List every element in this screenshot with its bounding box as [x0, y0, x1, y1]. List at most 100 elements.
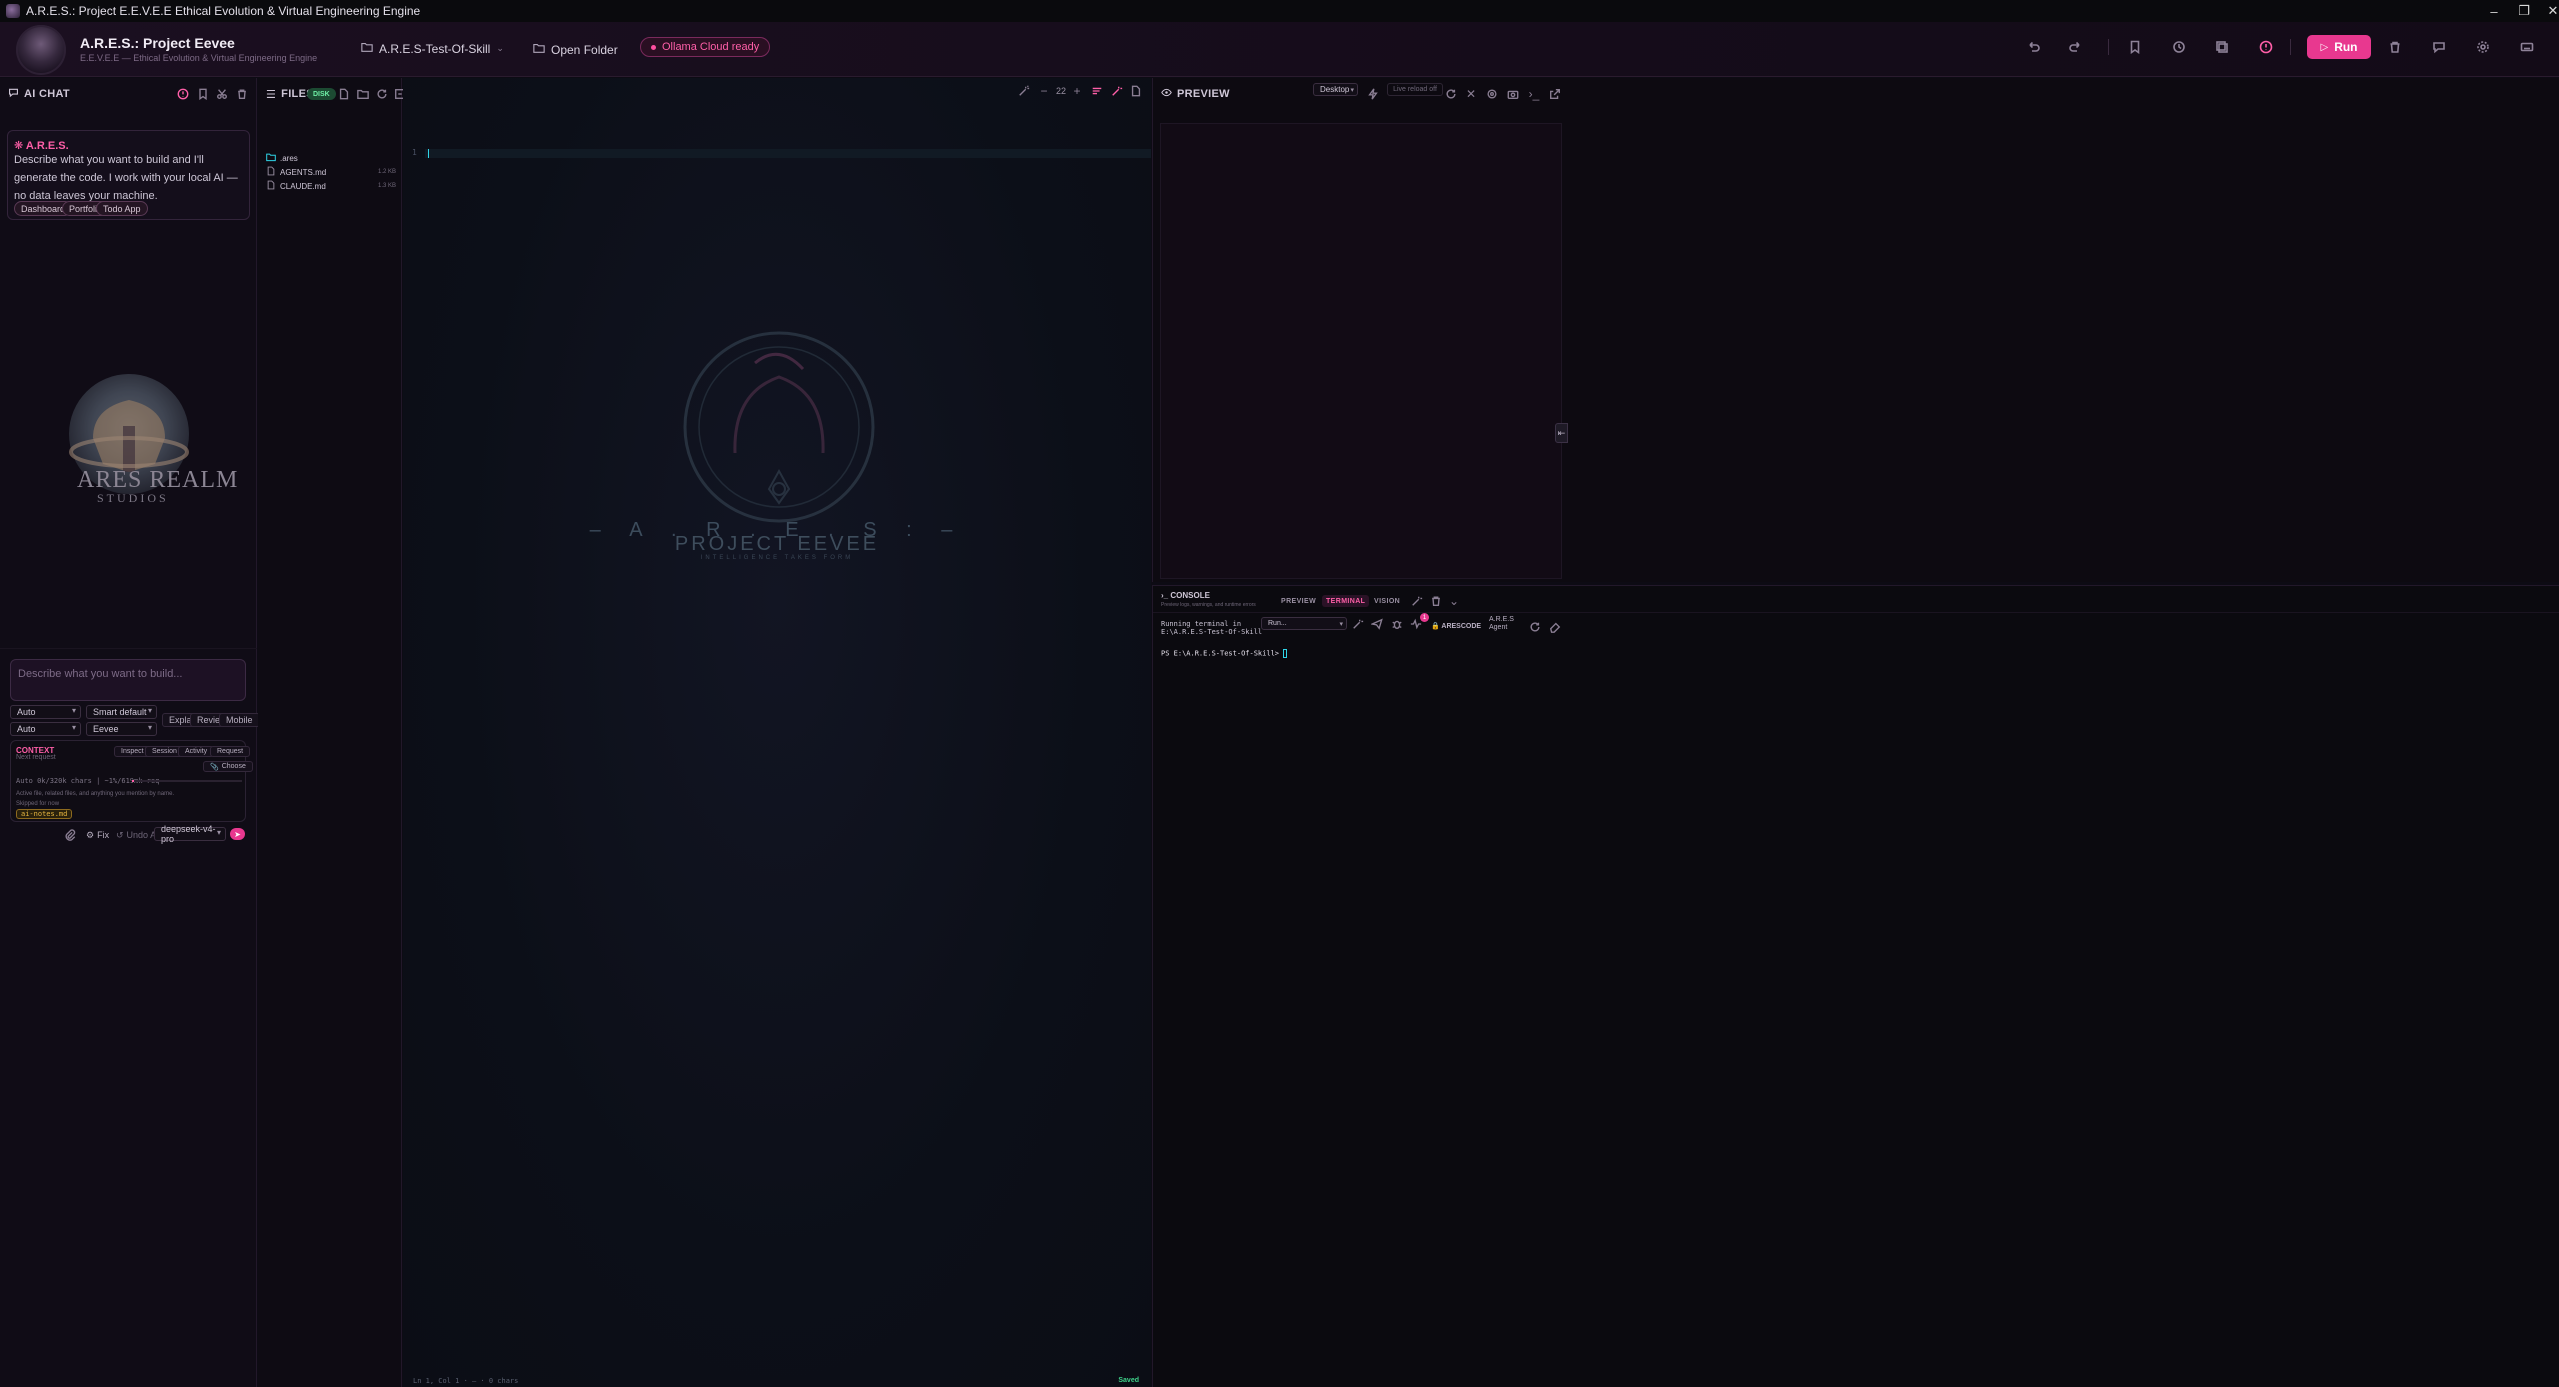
mode-select-1[interactable]: Auto ▾ [10, 705, 81, 719]
line-gutter [403, 104, 425, 1374]
preview-viewport[interactable] [1160, 123, 1562, 579]
file-tree-item[interactable]: CLAUDE.md 1.3 KB [266, 179, 396, 193]
external-link-icon[interactable] [1547, 86, 1563, 102]
wrench-icon: ⚙ [86, 829, 95, 840]
zoom-in-icon[interactable]: + [1069, 83, 1085, 99]
bookmark-icon[interactable] [2125, 37, 2145, 57]
current-line-highlight [425, 149, 1151, 158]
undo-icon: ↺ [116, 829, 124, 840]
arescode-button[interactable]: 🔒 ARESCODE [1431, 622, 1481, 630]
status-dot-icon [651, 44, 656, 50]
chat-bubble-icon[interactable] [2429, 37, 2449, 57]
folder-open-icon [533, 42, 545, 57]
watermark-tagline: INTELLIGENCE TAKES FORM [700, 555, 854, 561]
run-command-select[interactable]: Run... ▾ [1261, 617, 1347, 630]
arescode-label: ARESCODE [1441, 623, 1482, 630]
send-button[interactable]: ➤ [230, 828, 245, 840]
app-header: A.R.E.S.: Project Eevee E.E.V.E.E — Ethi… [0, 22, 2559, 77]
file-tree-item[interactable]: .ares [266, 151, 396, 165]
terminal-prompt[interactable]: PS E:\A.R.E.S-Test-Of-Skill> [1161, 649, 1288, 658]
terminal-running-info: Running terminal in E:\A.R.E.S-Test-Of-S… [1161, 620, 1262, 636]
close-icon[interactable]: ✕ [2530, 0, 2559, 22]
ares-agent-button[interactable]: A.R.E.S Agent [1489, 616, 1514, 632]
refresh-icon[interactable] [1443, 86, 1459, 102]
composer-divider [0, 648, 257, 649]
attach-icon[interactable] [62, 827, 78, 843]
run-button[interactable]: ▷ Run [2307, 35, 2371, 59]
chevron-down-icon[interactable]: ⌄ [1446, 593, 1462, 609]
folder-icon [361, 41, 373, 56]
context-tab-activity[interactable]: Activity [178, 746, 215, 757]
scissors-icon[interactable] [214, 86, 230, 102]
magic-wand-icon[interactable] [1016, 83, 1032, 99]
keyboard-icon[interactable] [2517, 37, 2537, 57]
undo-icon[interactable] [2023, 37, 2043, 57]
code-editor[interactable]: − 22 + 1 – A . R . E . S : – PROJECT EEV… [403, 78, 1151, 1387]
camera-icon[interactable] [1505, 86, 1521, 102]
ollama-status-badge[interactable]: Ollama Cloud ready [640, 37, 771, 57]
wrap-icon[interactable] [1089, 83, 1105, 99]
workspace-selector[interactable]: A.R.E.S-Test-Of-Skill ⌄ [361, 41, 504, 56]
brand-logo [16, 25, 66, 75]
close-icon[interactable]: ✕ [1463, 86, 1479, 102]
panel-toggle-icon[interactable]: ⇤ [1555, 423, 1568, 443]
bug-icon[interactable] [1389, 616, 1405, 632]
format-icon[interactable] [1109, 83, 1125, 99]
alert-icon[interactable] [175, 86, 191, 102]
new-file-icon[interactable] [336, 86, 352, 102]
redo-icon[interactable] [2066, 37, 2086, 57]
context-description: Active file, related files, and anything… [16, 791, 175, 797]
context-file-chip[interactable]: ai-notes.md [16, 809, 73, 819]
fix-label: Fix [97, 830, 110, 840]
terminal-icon[interactable]: ›_ [1526, 86, 1542, 102]
save-status: Saved [1118, 1377, 1139, 1384]
mode-select-3-value: Auto [17, 724, 36, 734]
toolbar-divider [2290, 39, 2291, 55]
brand-title: A.R.E.S.: Project Eevee [80, 35, 235, 51]
alert-icon[interactable] [2256, 37, 2276, 57]
project-eevee-watermark [683, 331, 875, 523]
eraser-icon[interactable] [1547, 619, 1563, 635]
history-icon[interactable] [2169, 37, 2189, 57]
open-folder-button[interactable]: Open Folder [533, 42, 618, 57]
tab-terminal[interactable]: TERMINAL [1322, 595, 1370, 607]
model-select[interactable]: deepseek-v4-pro ▾ [154, 824, 226, 844]
toolbar-divider [2108, 39, 2109, 55]
layers-icon[interactable] [2212, 37, 2232, 57]
context-card: CONTEXT Next request Inspect Session Act… [10, 740, 253, 822]
refresh-icon[interactable] [1527, 619, 1543, 635]
bookmark-icon[interactable] [195, 86, 211, 102]
trash-icon[interactable] [2385, 37, 2405, 57]
mode-select-3[interactable]: Auto ▾ [10, 722, 81, 736]
document-icon[interactable] [1128, 83, 1144, 99]
line-number: 1 [412, 148, 417, 157]
gear-icon[interactable] [2473, 37, 2493, 57]
prompt-input[interactable]: Describe what you want to build... [10, 659, 246, 701]
send-icon[interactable] [1369, 616, 1385, 632]
suggestion-todo-app[interactable]: Todo App [96, 201, 148, 216]
lightning-icon[interactable] [1365, 86, 1381, 102]
file-tree-item[interactable]: AGENTS.md 1.2 KB [266, 165, 396, 179]
device-select[interactable]: Desktop ▾ [1313, 83, 1358, 96]
mobile-button[interactable]: Mobile [219, 713, 260, 727]
tab-vision[interactable]: VISION [1370, 595, 1404, 607]
ai-chat-panel: AI CHAT ❋ A.R.E.S. Describe what you wan… [0, 78, 260, 1387]
agent-line-2: Agent [1489, 624, 1508, 631]
target-icon[interactable] [1484, 86, 1500, 102]
new-folder-icon[interactable] [355, 86, 371, 102]
live-reload-toggle[interactable]: Live reload off [1387, 83, 1443, 96]
mode-select-2-value: Smart default [93, 707, 147, 717]
tab-preview[interactable]: PREVIEW [1277, 595, 1320, 607]
refresh-icon[interactable] [374, 86, 390, 102]
persona-select[interactable]: Eevee ▾ [86, 722, 157, 736]
mode-select-2[interactable]: Smart default ▾ [86, 705, 157, 719]
magic-wand-icon[interactable] [1409, 593, 1425, 609]
context-tab-request[interactable]: Request [210, 746, 251, 757]
trash-icon[interactable] [1428, 593, 1444, 609]
chevron-down-icon: ▾ [216, 828, 221, 837]
choose-button[interactable]: 📎 Choose [203, 761, 253, 772]
trash-icon[interactable] [234, 86, 250, 102]
ollama-status-label: Ollama Cloud ready [662, 41, 760, 53]
magic-wand-icon[interactable] [1350, 616, 1366, 632]
zoom-out-icon[interactable]: − [1036, 83, 1052, 99]
